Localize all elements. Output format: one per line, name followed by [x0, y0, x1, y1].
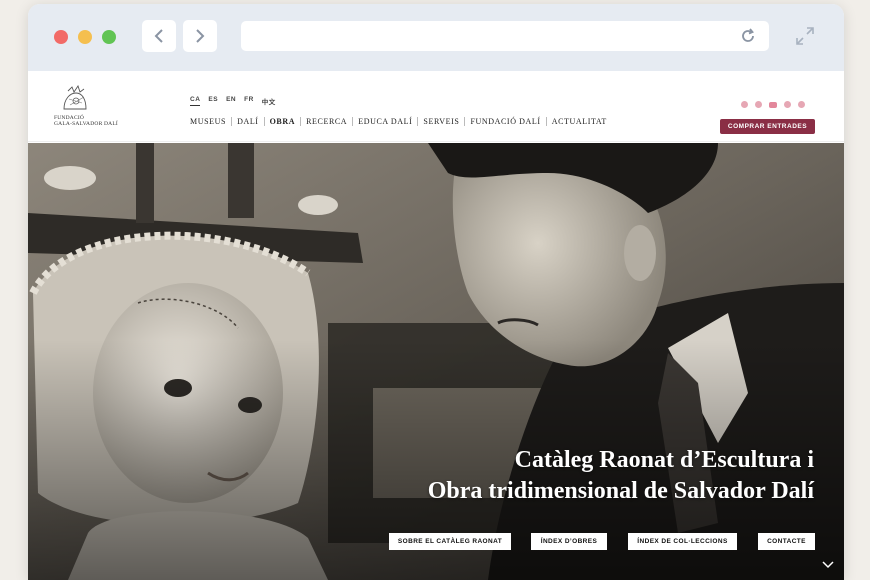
flickr-icon[interactable]	[798, 101, 805, 108]
main-nav: MUSEUS DALÍ OBRA RECERCA EDUCA DALÍ SERV…	[190, 117, 612, 126]
forward-button[interactable]	[183, 20, 217, 52]
hero-photo	[28, 143, 844, 580]
about-catalogue-button[interactable]: SOBRE EL CATÀLEG RAONAT	[389, 533, 511, 550]
lang-en[interactable]: EN	[226, 96, 236, 106]
nav-item-actualitat[interactable]: ACTUALITAT	[545, 117, 612, 126]
lang-zh[interactable]: 中文	[262, 96, 276, 106]
instagram-icon[interactable]	[784, 101, 791, 108]
nav-item-obra[interactable]: OBRA	[263, 117, 301, 126]
dali-logo-icon	[63, 85, 87, 110]
browser-window: FUNDACIÓ GALA-SALVADOR DALÍ CA ES EN FR …	[28, 4, 844, 580]
hero-title: Catàleg Raonat d’Escultura i Obra tridim…	[428, 445, 814, 507]
nav-item-fundacio-dali[interactable]: FUNDACIÓ DALÍ	[464, 117, 545, 126]
nav-item-serveis[interactable]: SERVEIS	[417, 117, 464, 126]
address-bar[interactable]	[241, 21, 769, 51]
logo-text-line2: GALA-SALVADOR DALÍ	[54, 121, 118, 127]
collections-index-button[interactable]: ÍNDEX DE COL·LECCIONS	[628, 533, 737, 550]
browser-chrome	[28, 4, 844, 71]
facebook-icon[interactable]	[741, 101, 748, 108]
site-header: FUNDACIÓ GALA-SALVADOR DALÍ CA ES EN FR …	[28, 71, 844, 142]
hero-title-line1: Catàleg Raonat d’Escultura i	[514, 447, 814, 473]
maximize-window-button[interactable]	[102, 30, 116, 44]
chevron-right-icon	[196, 29, 205, 43]
buy-tickets-button[interactable]: COMPRAR ENTRADES	[720, 119, 815, 134]
nav-item-dali[interactable]: DALÍ	[231, 117, 264, 126]
chevron-left-icon	[154, 29, 163, 43]
close-window-button[interactable]	[54, 30, 68, 44]
works-index-button[interactable]: ÍNDEX D’OBRES	[531, 533, 607, 550]
expand-icon[interactable]	[794, 25, 816, 47]
youtube-icon[interactable]	[769, 102, 777, 108]
lang-ca[interactable]: CA	[190, 96, 201, 106]
minimize-window-button[interactable]	[78, 30, 92, 44]
nav-item-recerca[interactable]: RECERCA	[300, 117, 352, 126]
twitter-icon[interactable]	[755, 101, 762, 108]
hero-title-line2: Obra tridimensional de Salvador Dalí	[427, 478, 814, 504]
lang-es[interactable]: ES	[208, 96, 218, 106]
contact-button[interactable]: CONTACTE	[758, 533, 815, 550]
back-button[interactable]	[142, 20, 176, 52]
language-switcher: CA ES EN FR 中文	[190, 96, 276, 106]
lang-fr[interactable]: FR	[244, 96, 254, 106]
social-links	[741, 101, 805, 108]
nav-item-museus[interactable]: MUSEUS	[190, 117, 231, 126]
hero-banner: Catàleg Raonat d’Escultura i Obra tridim…	[28, 143, 844, 580]
fundacio-dali-logo[interactable]: FUNDACIÓ GALA-SALVADOR DALÍ	[54, 85, 124, 129]
reload-icon[interactable]	[739, 27, 757, 45]
nav-item-educa-dali[interactable]: EDUCA DALÍ	[352, 117, 417, 126]
chevron-down-icon[interactable]	[822, 561, 834, 569]
